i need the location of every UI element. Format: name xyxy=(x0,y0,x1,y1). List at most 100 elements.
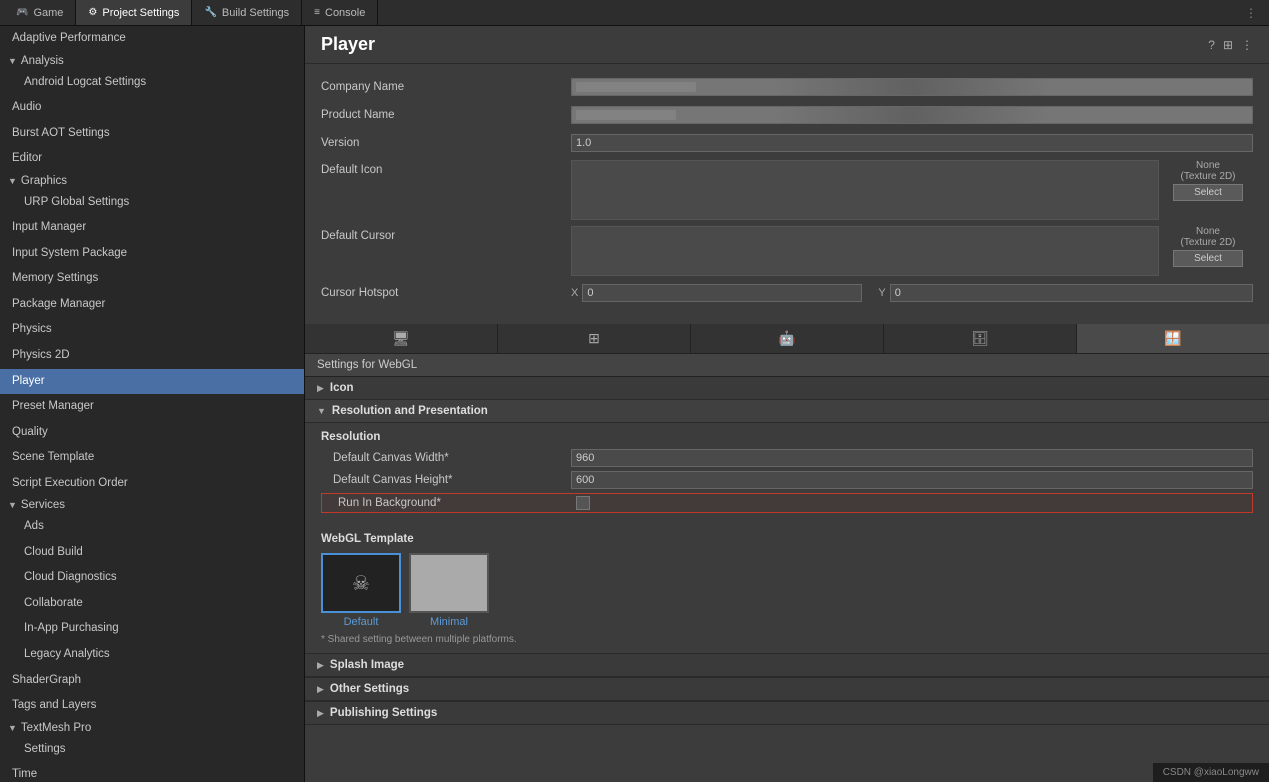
platform-tab-android[interactable]: 🤖 xyxy=(691,324,884,353)
template-option-default[interactable]: ☠ Default xyxy=(321,553,401,628)
product-name-input[interactable] xyxy=(571,106,1253,124)
select-icon-button[interactable]: Select xyxy=(1173,184,1243,201)
sidebar-section-graphics[interactable]: ▼ Graphics xyxy=(0,172,304,190)
sidebar-item-scene-template[interactable]: Scene Template xyxy=(0,445,304,471)
sidebar-item-player[interactable]: Player xyxy=(0,369,304,395)
sidebar-item-adaptive-performance[interactable]: Adaptive Performance xyxy=(0,26,304,52)
company-name-input[interactable] xyxy=(571,78,1253,96)
platform-tabs: 🖥 ⊞ 🤖 🗄 🪟 xyxy=(305,324,1269,354)
tab-console[interactable]: ≡ Console xyxy=(302,0,378,25)
sidebar-item-textmesh-settings[interactable]: Settings xyxy=(0,737,304,763)
run-in-background-checkbox[interactable] xyxy=(576,496,590,510)
version-label: Version xyxy=(321,137,571,149)
sidebar-item-urp[interactable]: URP Global Settings xyxy=(0,190,304,216)
sidebar-item-collaborate[interactable]: Collaborate xyxy=(0,591,304,617)
sidebar-item-input-system[interactable]: Input System Package xyxy=(0,241,304,267)
graphics-arrow: ▼ xyxy=(8,176,17,186)
splash-image-header[interactable]: ▶ Splash Image xyxy=(305,653,1269,677)
tab-project-settings[interactable]: ⚙ Project Settings xyxy=(76,0,192,25)
sidebar-item-in-app[interactable]: In-App Purchasing xyxy=(0,616,304,642)
select-cursor-button[interactable]: Select xyxy=(1173,250,1243,267)
icon-section-header[interactable]: ▶ Icon xyxy=(305,377,1269,400)
company-name-row: Company Name xyxy=(321,76,1253,98)
tab-game[interactable]: 🎮 Game xyxy=(4,0,76,25)
platform-tab-desktop[interactable]: 🖥 xyxy=(305,324,498,353)
textmesh-arrow: ▼ xyxy=(8,723,17,733)
canvas-height-input[interactable] xyxy=(571,471,1253,489)
cursor-y-input[interactable] xyxy=(890,284,1253,302)
layout-icon[interactable]: ⊞ xyxy=(1223,38,1233,52)
settings-for-label: Settings for WebGL xyxy=(305,354,1269,377)
canvas-width-label: Default Canvas Width* xyxy=(321,452,571,464)
sidebar-item-editor[interactable]: Editor xyxy=(0,146,304,172)
console-icon: ≡ xyxy=(314,7,320,18)
sidebar-item-package-manager[interactable]: Package Manager xyxy=(0,292,304,318)
icon-section-arrow: ▶ xyxy=(317,383,324,394)
sidebar-item-audio[interactable]: Audio xyxy=(0,95,304,121)
content-area: Player ? ⊞ ⋮ Company Name Product Name xyxy=(305,26,1269,782)
sidebar-item-input-manager[interactable]: Input Manager xyxy=(0,215,304,241)
sidebar-item-time[interactable]: Time xyxy=(0,762,304,782)
template-options: ☠ Default Minimal xyxy=(321,553,1253,628)
main-layout: Adaptive Performance ▼ Analysis Android … xyxy=(0,26,1269,782)
more-icon[interactable]: ⋮ xyxy=(1241,38,1253,52)
sidebar-item-quality[interactable]: Quality xyxy=(0,420,304,446)
resolution-section-header[interactable]: ▼ Resolution and Presentation xyxy=(305,400,1269,423)
platform-tab-grid[interactable]: ⊞ xyxy=(498,324,691,353)
sidebar-item-legacy-analytics[interactable]: Legacy Analytics xyxy=(0,642,304,668)
platform-tab-windows[interactable]: 🪟 xyxy=(1077,324,1269,353)
sidebar-item-physics[interactable]: Physics xyxy=(0,317,304,343)
cursor-side-panel: None(Texture 2D) Select xyxy=(1163,226,1253,267)
sidebar-section-services[interactable]: ▼ Services xyxy=(0,496,304,514)
template-option-minimal[interactable]: Minimal xyxy=(409,553,489,628)
sidebar-item-cloud-build[interactable]: Cloud Build xyxy=(0,540,304,566)
services-arrow: ▼ xyxy=(8,500,17,510)
more-tabs-button[interactable]: ⋮ xyxy=(1237,6,1265,20)
settings-icon: ⚙ xyxy=(88,7,97,18)
canvas-width-row: Default Canvas Width* xyxy=(321,449,1253,467)
splash-arrow: ▶ xyxy=(317,660,324,671)
canvas-height-row: Default Canvas Height* xyxy=(321,471,1253,489)
tab-bar: 🎮 Game ⚙ Project Settings 🔧 Build Settin… xyxy=(0,0,1269,26)
sidebar-item-android-logcat[interactable]: Android Logcat Settings xyxy=(0,70,304,96)
publishing-settings-header[interactable]: ▶ Publishing Settings xyxy=(305,701,1269,725)
canvas-width-input[interactable] xyxy=(571,449,1253,467)
sidebar-item-preset-manager[interactable]: Preset Manager xyxy=(0,394,304,420)
sidebar-item-shader-graph[interactable]: ShaderGraph xyxy=(0,668,304,694)
template-thumb-default: ☠ xyxy=(321,553,401,613)
default-icon-label: Default Icon xyxy=(321,160,571,176)
splash-image-label: Splash Image xyxy=(330,659,404,671)
sidebar-item-script-execution[interactable]: Script Execution Order xyxy=(0,471,304,497)
sidebar-item-burst-aot[interactable]: Burst AOT Settings xyxy=(0,121,304,147)
version-input[interactable] xyxy=(571,134,1253,152)
sidebar-section-textmesh[interactable]: ▼ TextMesh Pro xyxy=(0,719,304,737)
sidebar-item-cloud-diagnostics[interactable]: Cloud Diagnostics xyxy=(0,565,304,591)
resolution-section-title: Resolution and Presentation xyxy=(332,405,488,417)
other-arrow: ▶ xyxy=(317,684,324,695)
help-icon[interactable]: ? xyxy=(1208,38,1215,52)
cursor-x-input[interactable] xyxy=(582,284,862,302)
sidebar-item-ads[interactable]: Ads xyxy=(0,514,304,540)
tab-build-settings[interactable]: 🔧 Build Settings xyxy=(192,0,302,25)
page-title: Player xyxy=(321,34,375,55)
sidebar-item-memory-settings[interactable]: Memory Settings xyxy=(0,266,304,292)
sidebar-item-physics-2d[interactable]: Physics 2D xyxy=(0,343,304,369)
sidebar-section-analysis[interactable]: ▼ Analysis xyxy=(0,52,304,70)
sidebar-item-tags-layers[interactable]: Tags and Layers xyxy=(0,693,304,719)
template-default-label: Default xyxy=(344,616,379,628)
content-header: Player ? ⊞ ⋮ xyxy=(305,26,1269,64)
sidebar: Adaptive Performance ▼ Analysis Android … xyxy=(0,26,305,782)
icon-side-panel: None(Texture 2D) Select xyxy=(1163,160,1253,201)
icon-section-title: Icon xyxy=(330,382,354,394)
resolution-arrow: ▼ xyxy=(317,406,326,416)
webgl-template-section: WebGL Template ☠ Default Minimal * Share… xyxy=(305,525,1269,653)
other-settings-header[interactable]: ▶ Other Settings xyxy=(305,677,1269,701)
product-name-label: Product Name xyxy=(321,109,571,121)
resolution-label: Resolution xyxy=(321,431,1253,443)
canvas-height-label: Default Canvas Height* xyxy=(321,474,571,486)
analysis-arrow: ▼ xyxy=(8,56,17,66)
cursor-none-label: None(Texture 2D) xyxy=(1180,226,1235,248)
platform-tab-server[interactable]: 🗄 xyxy=(884,324,1077,353)
product-name-row: Product Name xyxy=(321,104,1253,126)
default-cursor-label: Default Cursor xyxy=(321,226,571,242)
